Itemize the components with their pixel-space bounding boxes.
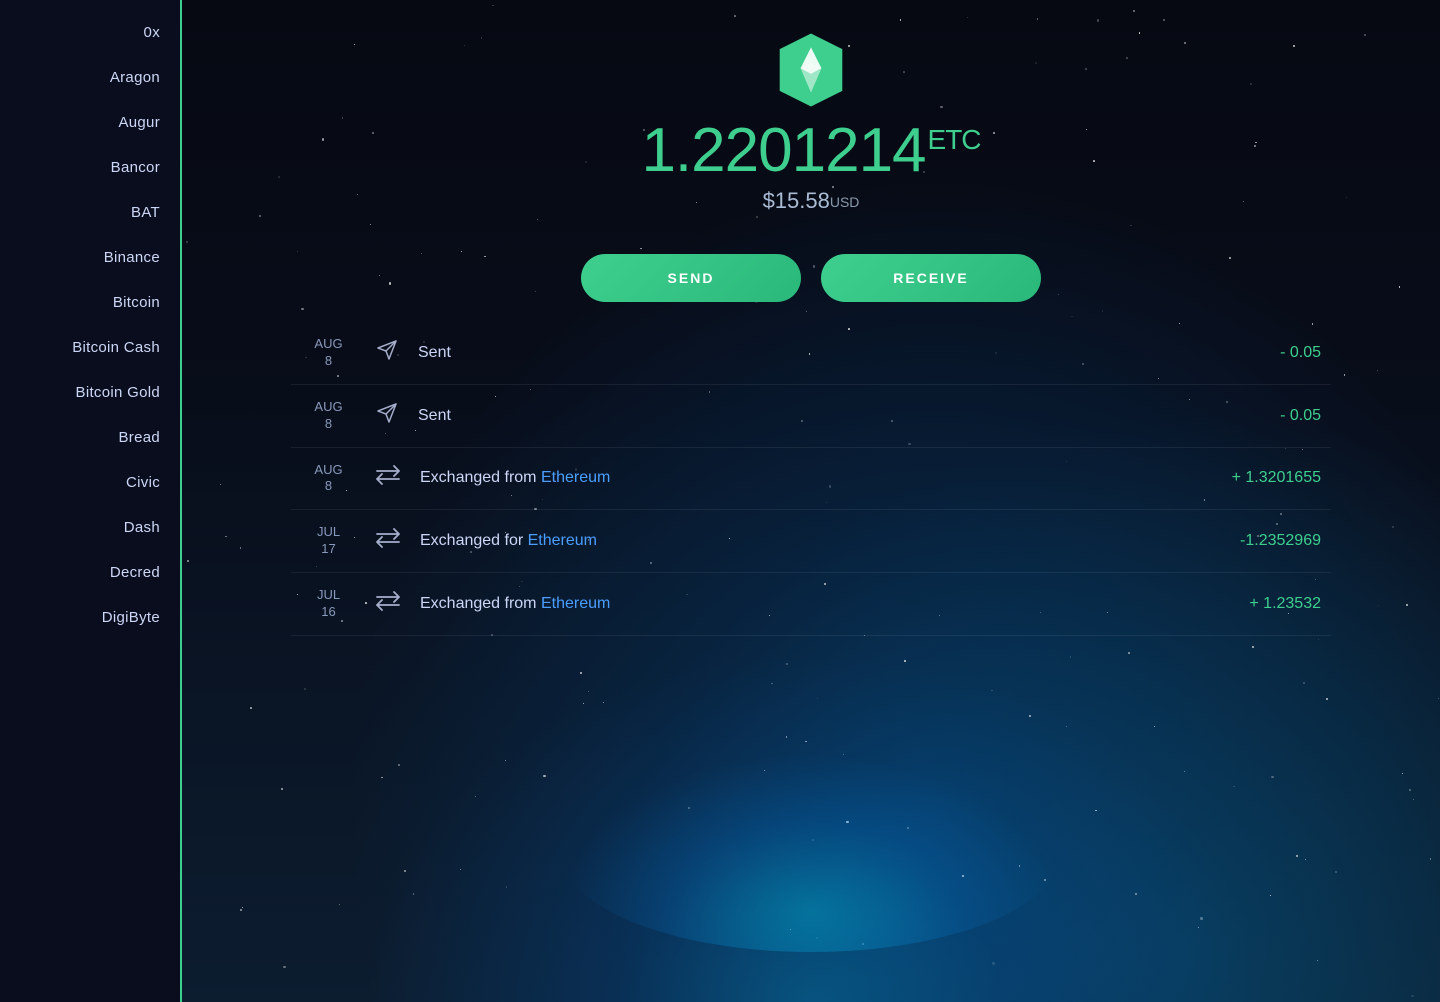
usd-value: $15.58USD xyxy=(763,188,860,214)
sidebar-item-augur[interactable]: Augur xyxy=(0,100,180,145)
usd-amount: $15.58 xyxy=(763,188,830,213)
balance-amount: 1.2201214 xyxy=(641,116,925,185)
sidebar-item-bancor[interactable]: Bancor xyxy=(0,145,180,190)
receive-button[interactable]: RECEIVE xyxy=(821,254,1041,302)
transaction-row-3: JUL17 Exchanged for Ethereum-1.2352969 xyxy=(291,510,1331,573)
tx-desc-3: Exchanged for Ethereum xyxy=(420,532,1201,550)
currency-symbol: ETC xyxy=(928,124,981,155)
tx-amount-2: + 1.3201655 xyxy=(1201,469,1321,487)
sidebar-item-bitcoin-gold[interactable]: Bitcoin Gold xyxy=(0,370,180,415)
tx-icon-0 xyxy=(374,337,400,369)
tx-amount-4: + 1.23532 xyxy=(1201,595,1321,613)
tx-date-0: AUG8 xyxy=(301,336,356,370)
sidebar-item-dash[interactable]: Dash xyxy=(0,505,180,550)
tx-icon-3 xyxy=(374,527,402,555)
send-button[interactable]: SEND xyxy=(581,254,801,302)
usd-label: USD xyxy=(830,194,860,210)
tx-icon-1 xyxy=(374,400,400,432)
tx-icon-2 xyxy=(374,464,402,492)
sidebar-item-decred[interactable]: Decred xyxy=(0,550,180,595)
coin-icon xyxy=(771,30,851,110)
sidebar-item-binance[interactable]: Binance xyxy=(0,235,180,280)
action-buttons: SEND RECEIVE xyxy=(581,254,1041,302)
tx-icon-4 xyxy=(374,590,402,618)
transactions-list: AUG8 Sent- 0.05AUG8 Sent- 0.05AUG8 Excha… xyxy=(261,322,1361,636)
sidebar-item-aragon[interactable]: Aragon xyxy=(0,55,180,100)
tx-amount-0: - 0.05 xyxy=(1201,344,1321,362)
tx-link-3[interactable]: Ethereum xyxy=(528,532,597,549)
sidebar-item-bitcoin-cash[interactable]: Bitcoin Cash xyxy=(0,325,180,370)
tx-date-4: JUL16 xyxy=(301,587,356,621)
coin-header: 1.2201214ETC $15.58USD xyxy=(641,0,980,214)
sidebar: 0xAragonAugurBancorBATBinanceBitcoinBitc… xyxy=(0,0,182,1002)
transaction-row-1: AUG8 Sent- 0.05 xyxy=(291,385,1331,448)
sidebar-item-bat[interactable]: BAT xyxy=(0,190,180,235)
sidebar-item-bread[interactable]: Bread xyxy=(0,415,180,460)
tx-desc-1: Sent xyxy=(418,407,1201,425)
tx-date-1: AUG8 xyxy=(301,399,356,433)
transaction-row-0: AUG8 Sent- 0.05 xyxy=(291,322,1331,385)
sidebar-item-bitcoin[interactable]: Bitcoin xyxy=(0,280,180,325)
tx-desc-4: Exchanged from Ethereum xyxy=(420,595,1201,613)
tx-amount-3: -1.2352969 xyxy=(1201,532,1321,550)
transaction-row-4: JUL16 Exchanged from Ethereum+ 1.23532 xyxy=(291,573,1331,636)
tx-link-4[interactable]: Ethereum xyxy=(541,595,610,612)
sidebar-item-civic[interactable]: Civic xyxy=(0,460,180,505)
tx-desc-2: Exchanged from Ethereum xyxy=(420,469,1201,487)
tx-desc-0: Sent xyxy=(418,344,1201,362)
tx-link-2[interactable]: Ethereum xyxy=(541,469,610,486)
tx-amount-1: - 0.05 xyxy=(1201,407,1321,425)
tx-date-3: JUL17 xyxy=(301,524,356,558)
coin-balance: 1.2201214ETC xyxy=(641,120,980,182)
main-content: 1.2201214ETC $15.58USD SEND RECEIVE AUG8… xyxy=(182,0,1440,1002)
transaction-row-2: AUG8 Exchanged from Ethereum+ 1.3201655 xyxy=(291,448,1331,511)
sidebar-item-digibyte[interactable]: DigiByte xyxy=(0,595,180,640)
tx-date-2: AUG8 xyxy=(301,462,356,496)
sidebar-item-0x[interactable]: 0x xyxy=(0,10,180,55)
content-overlay: 1.2201214ETC $15.58USD SEND RECEIVE AUG8… xyxy=(182,0,1440,1002)
